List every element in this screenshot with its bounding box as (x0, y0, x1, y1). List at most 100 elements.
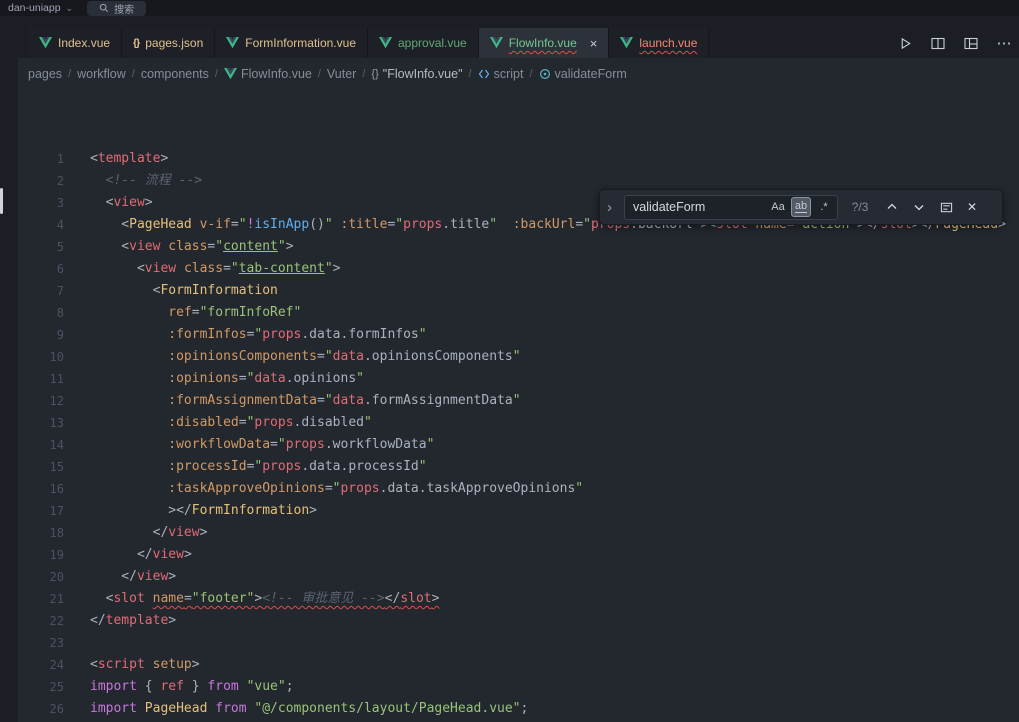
code-token: < (90, 239, 129, 254)
line-number[interactable]: 11 (18, 368, 64, 390)
code-token: import (90, 679, 137, 694)
regex-button[interactable]: .* (814, 197, 834, 217)
breadcrumb-item-validateform[interactable]: validateForm (539, 67, 627, 81)
find-in-selection-button[interactable] (936, 197, 956, 217)
breadcrumb-item-components[interactable]: components (141, 67, 209, 81)
code-line[interactable]: </view> (90, 544, 1006, 566)
line-number[interactable]: 25 (18, 676, 64, 698)
code-line[interactable]: :processId="props.data.processId" (90, 456, 1006, 478)
run-icon[interactable] (896, 34, 914, 52)
tab-flowinfo-vue[interactable]: FlowInfo.vue× (479, 28, 610, 58)
code-token: view (168, 525, 199, 540)
code-line[interactable] (90, 632, 1006, 654)
code-line[interactable]: </view> (90, 522, 1006, 544)
code-line[interactable]: </view> (90, 566, 1006, 588)
tab-index-vue[interactable]: Index.vue (28, 28, 122, 58)
code-line[interactable]: <script setup> (90, 654, 1006, 676)
tab-forminformation-vue[interactable]: FormInformation.vue (215, 28, 368, 58)
line-number[interactable]: 18 (18, 522, 64, 544)
code-token: :workflowData (168, 437, 270, 452)
line-number[interactable]: 12 (18, 390, 64, 412)
customize-layout-icon[interactable] (962, 34, 980, 52)
match-case-button[interactable]: Aa (768, 197, 788, 217)
code-line[interactable]: <view class="tab-content"> (90, 258, 1006, 280)
code-token: " (356, 371, 364, 386)
line-number[interactable]: 20 (18, 566, 64, 588)
line-number[interactable]: 8 (18, 302, 64, 324)
line-number[interactable]: 3 (18, 192, 64, 214)
code-token: PageHead (145, 701, 208, 716)
breadcrumb-separator: / (68, 68, 71, 80)
code-line[interactable]: import PageHead from "@/components/layou… (90, 698, 1006, 720)
editor-scroll-area: 1234567891011121314151617181920212223242… (18, 90, 1019, 720)
line-number[interactable]: 10 (18, 346, 64, 368)
code-token (239, 679, 247, 694)
split-editor-icon[interactable] (929, 34, 947, 52)
code-token: " (583, 217, 591, 232)
whole-word-button[interactable]: ab (791, 197, 811, 217)
code-editor[interactable]: 1234567891011121314151617181920212223242… (18, 90, 1019, 722)
line-number[interactable]: 15 (18, 456, 64, 478)
breadcrumb-item-flowinfo-vue[interactable]: FlowInfo.vue (224, 67, 312, 81)
next-match-button[interactable] (909, 197, 929, 217)
tab-launch-vue[interactable]: launch.vue (609, 28, 709, 58)
line-number[interactable]: 26 (18, 698, 64, 720)
code-line[interactable]: ref="formInfoRef" (90, 302, 1006, 324)
line-number[interactable]: 5 (18, 236, 64, 258)
line-number[interactable]: 24 (18, 654, 64, 676)
line-number[interactable]: 23 (18, 632, 64, 654)
find-input[interactable] (633, 200, 765, 214)
toggle-replace-chevron-icon[interactable]: › (607, 200, 617, 215)
code-token: template (98, 151, 161, 166)
breadcrumb-item-script[interactable]: script (478, 67, 524, 81)
code-line[interactable]: <view class="content"> (90, 236, 1006, 258)
line-number[interactable]: 7 (18, 280, 64, 302)
code-token: < (90, 261, 145, 276)
code-line[interactable]: :disabled="props.disabled" (90, 412, 1006, 434)
line-number[interactable]: 16 (18, 478, 64, 500)
code-line[interactable]: :opinionsComponents="data.opinionsCompon… (90, 346, 1006, 368)
code-token: :formInfos (168, 327, 246, 342)
code-line[interactable]: :workflowData="props.workflowData" (90, 434, 1006, 456)
line-number[interactable]: 17 (18, 500, 64, 522)
previous-match-button[interactable] (882, 197, 902, 217)
code-line[interactable]: :opinions="data.opinions" (90, 368, 1006, 390)
breadcrumb-item-pages[interactable]: pages (28, 67, 62, 81)
code-token (90, 349, 168, 364)
tab-pages-json[interactable]: {}pages.json (122, 28, 215, 58)
line-number[interactable]: 4 (18, 214, 64, 236)
titlebar-search[interactable]: 搜索 (87, 1, 146, 16)
line-number[interactable]: 13 (18, 412, 64, 434)
workspace-menu[interactable]: dan-uniapp ⌄ (8, 2, 73, 14)
breadcrumb-item-workflow[interactable]: workflow (77, 67, 126, 81)
breadcrumb-item--flowinfo-vue-[interactable]: {}"FlowInfo.vue" (371, 67, 462, 81)
line-number[interactable]: 14 (18, 434, 64, 456)
code-line[interactable]: :formInfos="props.data.formInfos" (90, 324, 1006, 346)
line-number[interactable]: 21 (18, 588, 64, 610)
code-token: data (333, 393, 364, 408)
tab-approval-vue[interactable]: approval.vue (368, 28, 479, 58)
line-number[interactable]: 6 (18, 258, 64, 280)
code-token: class (184, 261, 223, 276)
code-line[interactable]: <template> (90, 148, 1006, 170)
close-icon[interactable]: × (590, 37, 598, 50)
code-token: .title (442, 217, 489, 232)
more-actions-icon[interactable]: ⋯ (995, 34, 1013, 52)
chevron-down-icon: ⌄ (66, 3, 74, 14)
code-line[interactable]: :formAssignmentData="data.formAssignment… (90, 390, 1006, 412)
code-line[interactable]: ></FormInformation> (90, 500, 1006, 522)
code-line[interactable]: import { ref } from "vue"; (90, 676, 1006, 698)
code-line[interactable]: <FormInformation (90, 280, 1006, 302)
code-line[interactable]: <slot name="footer"><!-- 审批意见 --></slot> (90, 588, 1006, 610)
line-number[interactable]: 19 (18, 544, 64, 566)
close-find-button[interactable]: ✕ (963, 200, 981, 214)
breadcrumb-item-vuter[interactable]: Vuter (327, 67, 356, 81)
code-token: view (137, 569, 168, 584)
line-number[interactable]: 22 (18, 610, 64, 632)
line-number[interactable]: 2 (18, 170, 64, 192)
line-number[interactable]: 9 (18, 324, 64, 346)
code-token: .disabled (294, 415, 364, 430)
code-line[interactable]: :taskApproveOpinions="props.data.taskApp… (90, 478, 1006, 500)
code-line[interactable]: </template> (90, 610, 1006, 632)
line-number[interactable]: 1 (18, 148, 64, 170)
